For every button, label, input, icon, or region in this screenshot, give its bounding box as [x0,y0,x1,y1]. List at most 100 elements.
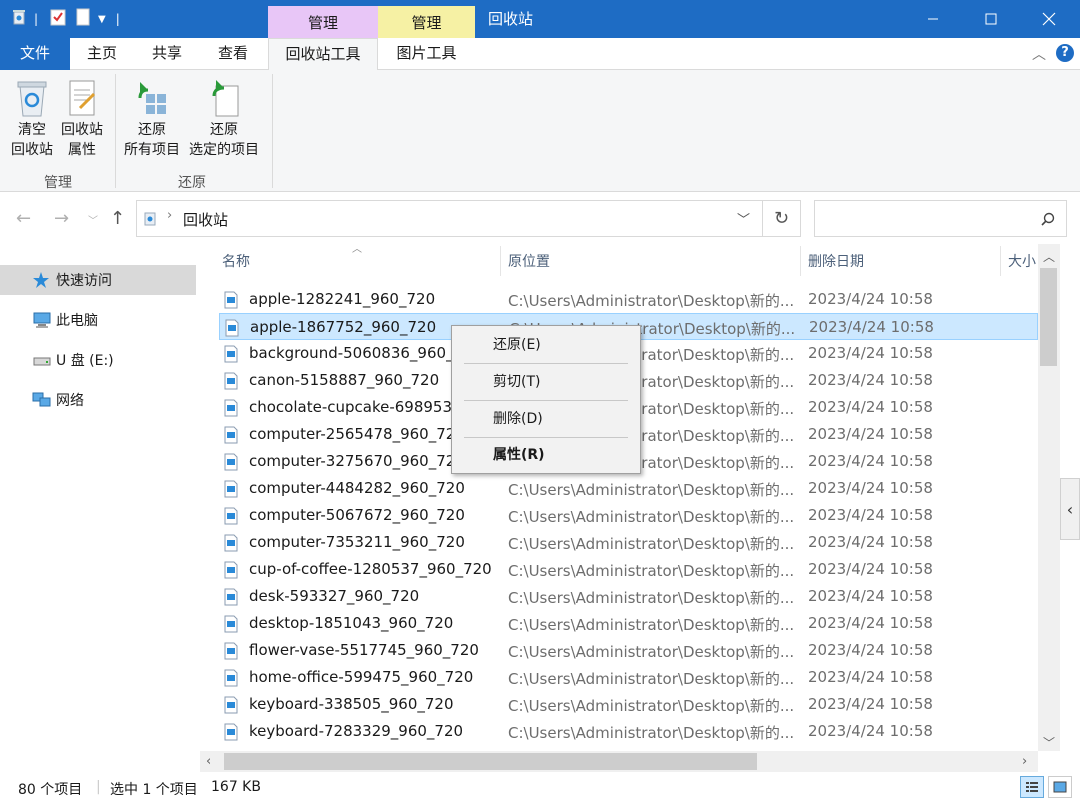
file-row[interactable]: computer-7353211_960_720 C:\Users\Adminis… [219,529,1038,556]
context-menu-cut[interactable]: 剪切(T) [453,368,639,396]
file-original-location: C:\Users\Administrator\Desktop\新的... [508,697,793,715]
refresh-button[interactable]: ↻ [763,200,801,237]
forward-arrow-icon[interactable]: → [54,208,69,229]
refresh-icon: ↻ [773,208,790,229]
image-file-icon [223,291,239,313]
file-name: flower-vase-5517745_960_720 [249,641,479,659]
file-row[interactable]: home-office-599475_960_720 C:\Users\Admin… [219,664,1038,691]
vertical-scroll-thumb[interactable] [1040,268,1057,366]
column-header-original-location[interactable]: 原位置 [508,248,550,276]
file-row[interactable]: computer-5067672_960_720 C:\Users\Adminis… [219,502,1038,529]
file-date-deleted: 2023/4/24 10:58 [808,398,933,416]
horizontal-scroll-thumb[interactable] [224,753,757,770]
file-date-deleted: 2023/4/24 10:58 [808,452,933,470]
file-row[interactable]: flower-vase-5517745_960_720 C:\Users\Admi… [219,637,1038,664]
restore-selected-label-line2: 选定的项目 [189,142,259,158]
tab-home[interactable]: 主页 [70,38,134,70]
tab-file[interactable]: 文件 [0,38,70,70]
scroll-right-arrow-icon[interactable]: › [1022,754,1027,769]
back-arrow-icon[interactable]: ← [16,208,31,229]
file-name: canon-5158887_960_720 [249,371,440,389]
scroll-down-arrow-icon[interactable]: ﹀ [1043,734,1055,751]
nav-item-quick-access[interactable]: 快速访问 [0,265,196,295]
context-menu-properties[interactable]: 属性(R) [453,441,639,469]
image-file-icon [223,588,239,610]
image-file-icon [223,723,239,745]
sort-ascending-icon: ︿ [352,244,362,255]
customize-dropdown-icon[interactable]: ▼ [98,14,106,25]
file-date-deleted: 2023/4/24 10:58 [808,587,933,605]
image-file-icon [223,507,239,529]
file-date-deleted: 2023/4/24 10:58 [808,371,933,389]
details-view-button[interactable] [1020,776,1044,798]
restore-all-items-button[interactable]: 还原 所有项目 [120,78,184,160]
file-row[interactable]: desk-593327_960_720 C:\Users\Administrato… [219,583,1038,610]
tab-picture-tools[interactable]: 图片工具 [378,38,475,70]
restore-selected-items-button[interactable]: 还原 选定的项目 [186,78,262,160]
scroll-left-arrow-icon[interactable]: ‹ [206,754,211,769]
file-row[interactable]: cup-of-coffee-1280537_960_720 C:\Users\Ad… [219,556,1038,583]
context-menu-separator [464,400,628,401]
status-bar: 80 个项目 | 选中 1 个项目 167 KB [0,772,1080,803]
large-icons-view-button[interactable] [1048,776,1072,798]
minimize-button[interactable] [904,0,962,38]
new-folder-icon[interactable] [76,8,90,30]
star-icon [32,271,50,293]
file-row[interactable]: keyboard-338505_960_720 C:\Users\Administ… [219,691,1038,718]
column-header-size[interactable]: 大小 [1008,248,1038,276]
column-header-date-deleted[interactable]: 删除日期 [808,248,864,276]
context-menu-delete[interactable]: 删除(D) [453,405,639,433]
file-name: cup-of-coffee-1280537_960_720 [249,560,492,578]
file-original-location: C:\Users\Administrator\Desktop\新的... [508,292,793,310]
minimize-icon [928,18,938,20]
file-row[interactable]: desktop-1851043_960_720 C:\Users\Administ… [219,610,1038,637]
address-bar[interactable]: › 回收站 ﹀ [136,200,763,237]
properties-check-icon[interactable] [50,8,66,30]
search-input[interactable] [814,200,1067,237]
tab-recycle-bin-tools[interactable]: 回收站工具 [268,38,378,71]
file-name: apple-1282241_960_720 [249,290,436,308]
maximize-button[interactable] [962,0,1020,38]
recent-locations-chevron-icon[interactable]: ﹀ [88,212,98,227]
computer-icon [32,311,52,333]
close-button[interactable] [1020,0,1078,38]
nav-item-u-disk[interactable]: U 盘 (E:) [0,345,196,375]
file-original-location: C:\Users\Administrator\Desktop\新的... [508,535,793,553]
file-date-deleted: 2023/4/24 10:58 [808,668,933,686]
up-arrow-icon[interactable]: ↑ [110,208,125,229]
nav-item-this-pc[interactable]: 此电脑 [0,305,196,335]
breadcrumb-location[interactable]: 回收站 [183,209,228,230]
recycle-bin-small-icon [10,8,28,30]
tab-view[interactable]: 查看 [200,38,266,70]
image-file-icon [223,345,239,367]
file-row[interactable]: keyboard-7283329_960_720 C:\Users\Adminis… [219,718,1038,745]
tab-share[interactable]: 共享 [134,38,200,70]
network-icon [32,391,52,413]
file-row[interactable]: apple-1282241_960_720 C:\Users\Administra… [219,286,1038,313]
status-selected-size: 167 KB [211,779,261,795]
empty-label-line1: 清空 [18,122,46,138]
empty-recycle-bin-button[interactable]: 清空 回收站 [8,78,56,160]
file-row[interactable]: computer-4484282_960_720 C:\Users\Adminis… [219,475,1038,502]
expand-preview-pane-button[interactable]: ‹ [1060,478,1080,540]
column-divider[interactable] [800,246,801,276]
column-divider[interactable] [500,246,501,276]
address-dropdown-icon[interactable]: ﹀ [737,209,750,228]
context-tab-manage-yellow[interactable]: 管理 [378,6,475,38]
nav-item-network[interactable]: 网络 [0,385,196,415]
help-icon[interactable]: ? [1056,44,1074,62]
file-original-location: C:\Users\Administrator\Desktop\新的... [508,616,793,634]
context-tab-manage-pink[interactable]: 管理 [268,6,378,38]
quick-access-toolbar: | ▼ | [10,0,120,38]
file-date-deleted: 2023/4/24 10:58 [808,506,933,524]
column-header-name[interactable]: 名称 [222,248,250,276]
collapse-ribbon-icon[interactable]: ︿ [1032,44,1046,64]
properties-document-icon [69,80,96,116]
context-menu-restore[interactable]: 还原(E) [453,331,639,359]
breadcrumb-chevron-icon[interactable]: › [167,208,172,223]
scroll-up-arrow-icon[interactable]: ︿ [1043,248,1055,265]
file-name: computer-7353211_960_720 [249,533,465,551]
recycle-bin-properties-button[interactable]: 回收站 属性 [58,78,106,160]
column-divider[interactable] [1000,246,1001,276]
image-file-icon [223,534,239,556]
